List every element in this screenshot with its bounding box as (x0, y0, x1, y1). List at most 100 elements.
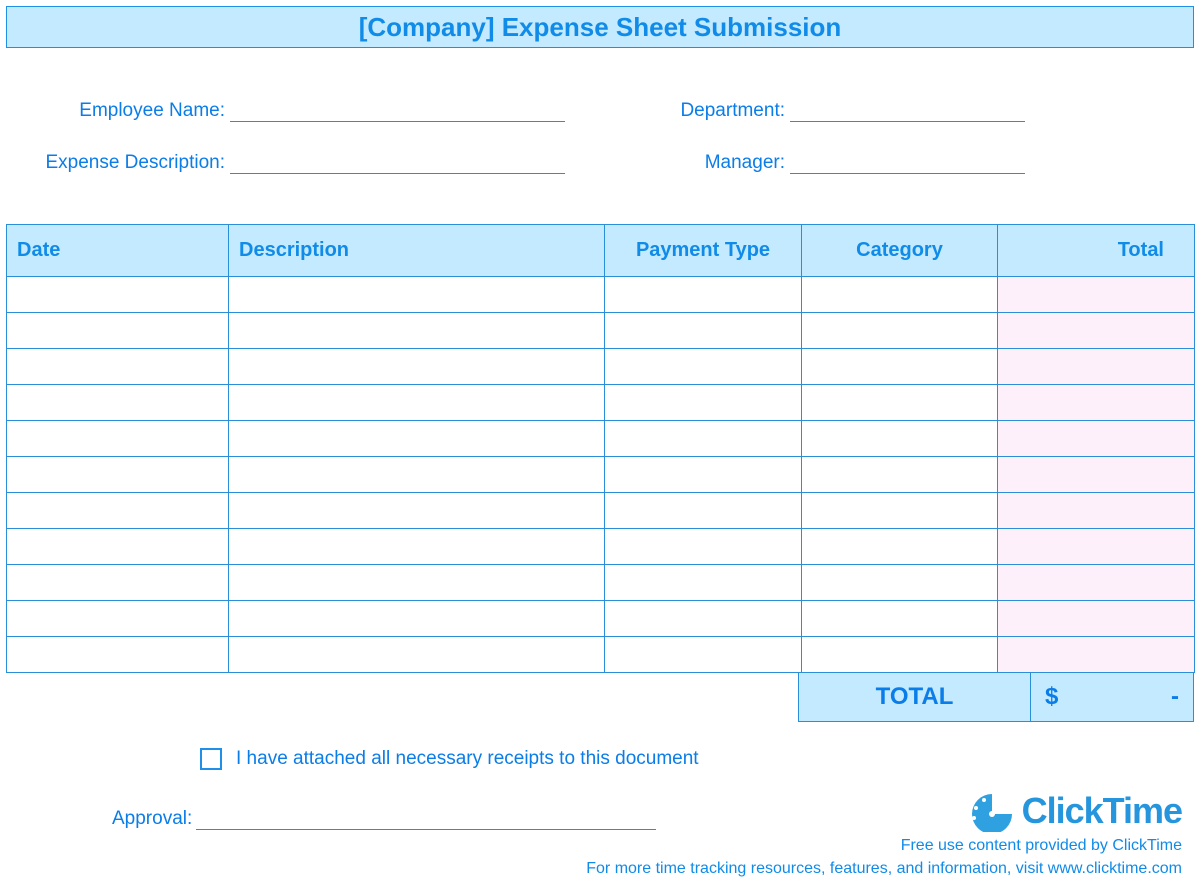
table-cell[interactable] (7, 637, 229, 673)
table-cell[interactable] (998, 601, 1195, 637)
table-cell[interactable] (229, 277, 605, 313)
table-cell[interactable] (229, 313, 605, 349)
expense-description-label: Expense Description: (40, 152, 225, 174)
table-cell[interactable] (998, 457, 1195, 493)
employee-name-row: Employee Name: (40, 100, 565, 122)
manager-input[interactable] (790, 152, 1025, 174)
page-title: [Company] Expense Sheet Submission (6, 6, 1194, 48)
table-cell[interactable] (998, 313, 1195, 349)
table-cell[interactable] (802, 457, 998, 493)
table-cell[interactable] (802, 277, 998, 313)
department-input[interactable] (790, 100, 1025, 122)
table-cell[interactable] (605, 277, 802, 313)
table-cell[interactable] (998, 493, 1195, 529)
table-cell[interactable] (605, 457, 802, 493)
table-cell[interactable] (802, 493, 998, 529)
total-currency: $ (1045, 683, 1058, 711)
total-summary-row: TOTAL $ - (0, 673, 1194, 722)
receipt-checkbox[interactable] (200, 748, 222, 770)
footer: Free use content provided by ClickTime F… (586, 835, 1182, 880)
brand-name: ClickTime (1022, 790, 1182, 832)
header-date: Date (7, 225, 229, 277)
employee-name-label: Employee Name: (40, 100, 225, 122)
table-row (7, 529, 1195, 565)
table-cell[interactable] (802, 313, 998, 349)
header-payment-type: Payment Type (605, 225, 802, 277)
department-label: Department: (635, 100, 785, 122)
table-cell[interactable] (7, 349, 229, 385)
expense-description-input[interactable] (230, 152, 565, 174)
total-label: TOTAL (798, 673, 1031, 722)
table-cell[interactable] (802, 349, 998, 385)
table-cell[interactable] (229, 493, 605, 529)
table-header-row: Date Description Payment Type Category T… (7, 225, 1195, 277)
table-cell[interactable] (7, 385, 229, 421)
table-cell[interactable] (605, 565, 802, 601)
table-cell[interactable] (229, 385, 605, 421)
brand-logo: ClickTime (968, 790, 1182, 832)
table-row (7, 385, 1195, 421)
table-cell[interactable] (7, 601, 229, 637)
table-cell[interactable] (998, 277, 1195, 313)
table-cell[interactable] (802, 601, 998, 637)
table-cell[interactable] (7, 277, 229, 313)
department-row: Department: (635, 100, 1160, 122)
info-block: Employee Name: Department: Expense Descr… (40, 100, 1160, 204)
total-value: $ - (1031, 673, 1194, 722)
table-cell[interactable] (229, 529, 605, 565)
table-cell[interactable] (229, 637, 605, 673)
table-cell[interactable] (229, 457, 605, 493)
table-row (7, 493, 1195, 529)
table-cell[interactable] (7, 493, 229, 529)
table-row (7, 313, 1195, 349)
receipt-label: I have attached all necessary receipts t… (236, 748, 699, 770)
manager-label: Manager: (635, 152, 785, 174)
employee-name-input[interactable] (230, 100, 565, 122)
table-cell[interactable] (229, 565, 605, 601)
table-cell[interactable] (998, 421, 1195, 457)
table-cell[interactable] (7, 313, 229, 349)
table-cell[interactable] (802, 421, 998, 457)
table-cell[interactable] (229, 421, 605, 457)
expense-description-row: Expense Description: (40, 152, 565, 174)
table-cell[interactable] (605, 601, 802, 637)
table-cell[interactable] (998, 565, 1195, 601)
table-row (7, 457, 1195, 493)
table-row (7, 601, 1195, 637)
table-cell[interactable] (605, 493, 802, 529)
table-cell[interactable] (605, 385, 802, 421)
receipt-confirmation: I have attached all necessary receipts t… (200, 748, 1200, 770)
table-cell[interactable] (7, 421, 229, 457)
table-cell[interactable] (802, 385, 998, 421)
table-cell[interactable] (605, 637, 802, 673)
table-cell[interactable] (802, 637, 998, 673)
table-cell[interactable] (605, 529, 802, 565)
header-description: Description (229, 225, 605, 277)
table-cell[interactable] (998, 385, 1195, 421)
table-cell[interactable] (998, 349, 1195, 385)
table-row (7, 421, 1195, 457)
table-row (7, 277, 1195, 313)
table-cell[interactable] (7, 457, 229, 493)
table-cell[interactable] (7, 529, 229, 565)
table-cell[interactable] (998, 529, 1195, 565)
table-cell[interactable] (229, 601, 605, 637)
manager-row: Manager: (635, 152, 1160, 174)
approval-label: Approval: (112, 808, 192, 830)
table-cell[interactable] (998, 637, 1195, 673)
header-total: Total (998, 225, 1195, 277)
table-cell[interactable] (7, 565, 229, 601)
table-row (7, 349, 1195, 385)
table-row (7, 637, 1195, 673)
footer-line-2: For more time tracking resources, featur… (586, 858, 1182, 880)
table-cell[interactable] (802, 529, 998, 565)
table-cell[interactable] (605, 313, 802, 349)
footer-line-1: Free use content provided by ClickTime (586, 835, 1182, 857)
table-cell[interactable] (605, 349, 802, 385)
table-cell[interactable] (605, 421, 802, 457)
approval-input[interactable] (196, 810, 656, 830)
total-amount: - (1171, 683, 1179, 711)
table-cell[interactable] (802, 565, 998, 601)
table-row (7, 565, 1195, 601)
table-cell[interactable] (229, 349, 605, 385)
